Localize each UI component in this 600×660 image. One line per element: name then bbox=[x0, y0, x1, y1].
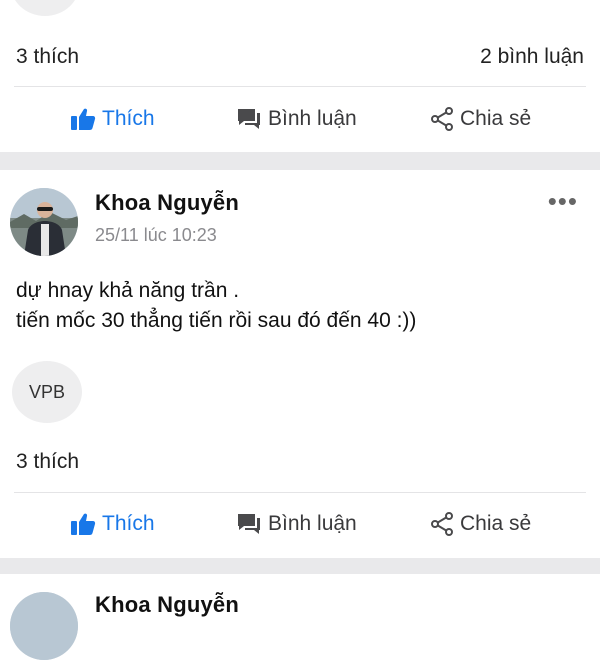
like-label: Thích bbox=[102, 512, 155, 535]
avatar-image bbox=[10, 592, 78, 660]
comment-label: Bình luận bbox=[268, 107, 357, 130]
avatar[interactable] bbox=[10, 592, 78, 660]
divider bbox=[14, 492, 586, 493]
post-content-line: dự hnay khả năng trần . bbox=[16, 279, 240, 302]
like-count[interactable]: 3 thích bbox=[16, 45, 79, 69]
like-count[interactable]: 3 thích bbox=[16, 450, 79, 474]
stock-tag-label: VPB bbox=[28, 381, 66, 402]
divider bbox=[14, 86, 586, 87]
avatar[interactable] bbox=[10, 188, 78, 256]
share-button[interactable]: Chia sẻ bbox=[430, 512, 531, 536]
post-separator bbox=[0, 558, 600, 574]
share-label: Chia sẻ bbox=[460, 512, 532, 535]
comment-count[interactable]: 2 bình luận bbox=[480, 45, 584, 69]
like-label: Thích bbox=[102, 107, 155, 130]
like-button[interactable]: Thích bbox=[70, 107, 155, 131]
author-name[interactable]: Khoa Nguyễn bbox=[95, 592, 239, 618]
previous-tag-pill[interactable] bbox=[10, 0, 80, 16]
thumbs-up-icon bbox=[71, 108, 96, 130]
comment-button[interactable]: Bình luận bbox=[236, 512, 357, 536]
post-separator bbox=[0, 152, 600, 170]
comment-label: Bình luận bbox=[268, 512, 357, 535]
share-icon bbox=[431, 107, 453, 131]
share-button[interactable]: Chia sẻ bbox=[430, 107, 531, 131]
post-content: dự hnay khả năng trần . tiến mốc 30 thẳn… bbox=[16, 276, 416, 336]
post-timestamp: 25/11 lúc 10:23 bbox=[95, 225, 217, 245]
thumbs-up-icon bbox=[71, 513, 96, 535]
avatar-image bbox=[10, 188, 78, 256]
comment-icon bbox=[238, 514, 260, 534]
post-content-line: tiến mốc 30 thẳng tiến rồi sau đó đến 40… bbox=[16, 309, 417, 332]
share-label: Chia sẻ bbox=[460, 107, 532, 130]
comment-icon bbox=[238, 109, 260, 129]
more-options-button[interactable]: ••• bbox=[548, 186, 578, 217]
share-icon bbox=[431, 512, 453, 536]
author-name[interactable]: Khoa Nguyễn bbox=[95, 190, 239, 216]
comment-button[interactable]: Bình luận bbox=[236, 107, 357, 131]
stock-tag[interactable]: VPB bbox=[12, 361, 82, 423]
like-button[interactable]: Thích bbox=[70, 512, 155, 536]
